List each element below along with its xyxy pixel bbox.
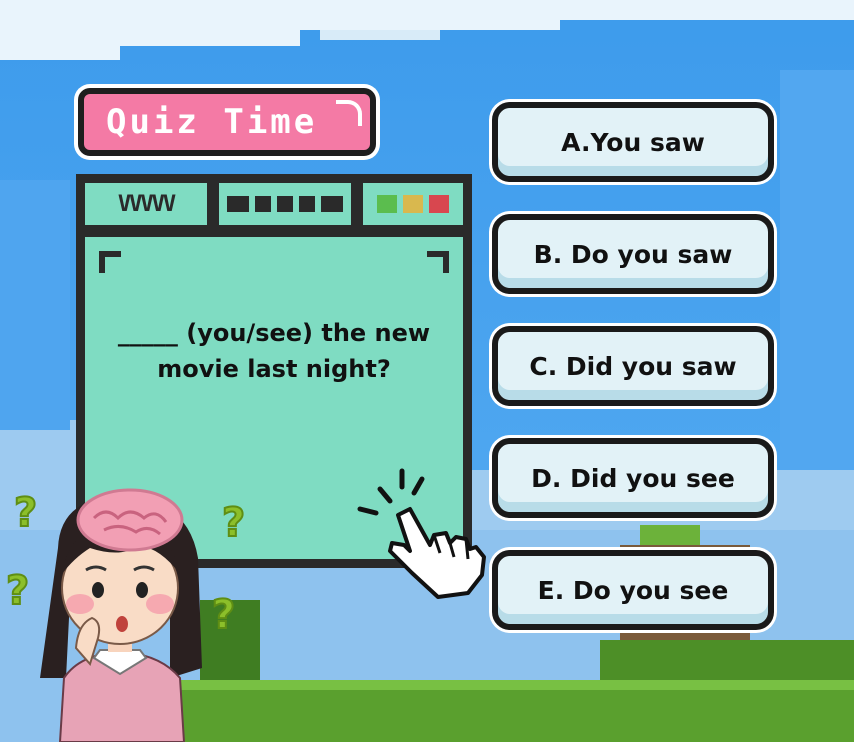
block-icon [299,196,315,212]
cloud-layer [0,180,70,430]
cloud-layer [0,46,120,60]
block-icon [321,196,343,212]
option-label: A.You saw [561,127,705,157]
corner-bracket-icon [427,251,449,273]
cloud-layer [0,10,560,30]
minimize-icon[interactable] [377,195,397,213]
option-d-button[interactable]: D. Did you see [492,438,774,518]
toolbar-window-controls [360,180,466,228]
grass-block [640,525,700,545]
title-curl-decoration [336,100,362,126]
toolbar-blocks-segment [216,180,354,228]
block-icon [227,196,249,212]
maximize-icon[interactable] [403,195,423,213]
close-icon[interactable] [429,195,449,213]
option-e-button[interactable]: E. Do you see [492,550,774,630]
option-c-button[interactable]: C. Did you saw [492,326,774,406]
option-label: E. Do you see [537,575,729,605]
option-label: D. Did you see [531,463,735,493]
option-a-button[interactable]: A.You saw [492,102,774,182]
question-mark-icon: ? [221,499,246,547]
cloud-layer [320,30,440,40]
hand-pointer-icon [357,468,486,599]
cloud-layer [0,0,854,10]
window-toolbar: VVVVV [82,180,466,228]
quiz-title-banner: Quiz Time [78,88,376,156]
question-text: _____ (you/see) the new movie last night… [117,319,431,383]
zigzag-icon: VVVVV [117,191,176,217]
option-b-button[interactable]: B. Do you saw [492,214,774,294]
cloud-layer [560,10,854,20]
cloud-layer [780,70,854,470]
toolbar-pattern-segment: VVVVV [82,180,210,228]
block-icon [277,196,293,212]
quiz-title: Quiz Time [106,102,318,142]
option-label: C. Did you saw [529,351,737,381]
thinking-girl-illustration [40,488,202,742]
cloud-layer [0,30,300,46]
block-icon [255,196,271,212]
option-label: B. Do you saw [533,239,733,269]
corner-bracket-icon [99,251,121,273]
grass-ground [170,690,854,742]
